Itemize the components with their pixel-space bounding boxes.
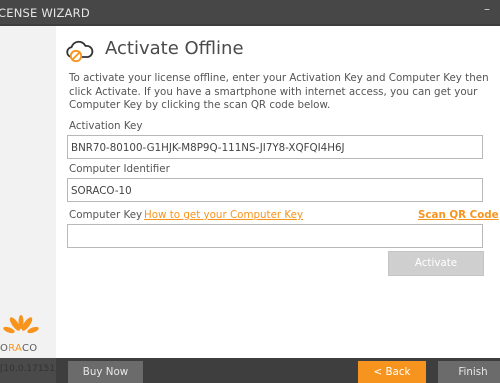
activation-key-input[interactable]: BNR70-80100-G1HJK-M8P9Q-111NS-JI7Y8-XQFQ…: [67, 135, 483, 159]
intro-text: To activate your license offline, enter …: [69, 72, 489, 111]
sidebar: ORACO [10.0.17151.5]: [0, 26, 67, 374]
back-button[interactable]: < Back: [358, 361, 426, 383]
computer-identifier-input[interactable]: SORACO-10: [67, 178, 483, 202]
finish-button[interactable]: Finish: [438, 361, 500, 383]
cloud-slash-icon: [66, 40, 94, 63]
page-title: Activate Offline: [105, 38, 244, 59]
computer-key-label: Computer Key: [69, 209, 143, 221]
wizard-footer: Buy Now < Back Finish: [56, 358, 500, 383]
computer-identifier-label: Computer Identifier: [69, 163, 170, 175]
brand-wordmark-start: O: [0, 343, 9, 354]
computer-key-help-link[interactable]: How to get your Computer Key: [144, 209, 303, 221]
buy-now-button[interactable]: Buy Now: [68, 361, 143, 383]
brand-wordmark-end: CO: [21, 343, 38, 354]
main-panel: Activate Offline To activate your licens…: [56, 26, 500, 358]
title-bar: CENSE WIZARD –: [0, 0, 500, 26]
computer-key-input[interactable]: [67, 224, 483, 248]
brand-wordmark-highlight: RA: [8, 343, 22, 354]
activate-button[interactable]: Activate: [388, 251, 484, 276]
activation-key-label: Activation Key: [69, 120, 143, 132]
minimize-button[interactable]: –: [484, 2, 500, 18]
scan-qr-code-link[interactable]: Scan QR Code: [418, 209, 499, 221]
brand-wordmark: ORACO: [0, 343, 37, 354]
window-title: CENSE WIZARD: [0, 6, 90, 20]
